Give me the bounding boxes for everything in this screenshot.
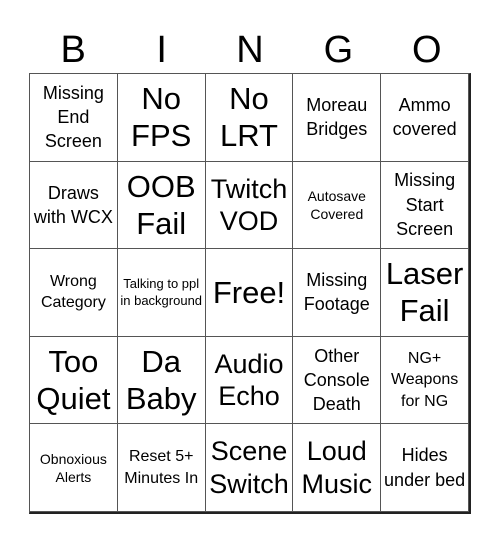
bingo-cell-label: Da Baby: [125, 343, 197, 417]
header-letter-b: B: [60, 29, 86, 71]
bingo-cell-label: Obnoxious Alerts: [39, 450, 107, 485]
bingo-cell[interactable]: Ammo covered: [381, 74, 469, 162]
bingo-cell-label: Ammo covered: [392, 95, 457, 140]
bingo-cell-label: Talking to ppl in background: [120, 275, 203, 309]
bingo-cell-label: Other Console Death: [303, 345, 370, 415]
bingo-cell[interactable]: Loud Music: [293, 424, 382, 512]
bingo-cell[interactable]: OOB Fail: [117, 161, 206, 250]
bingo-cell[interactable]: Reset 5+ Minutes In: [117, 424, 206, 512]
bingo-cell[interactable]: NG+ Weapons for NG: [381, 336, 469, 425]
header-letter-n: N: [236, 29, 264, 71]
bingo-cell[interactable]: Audio Echo: [205, 336, 294, 425]
bingo-header: B I N G O: [29, 26, 471, 74]
bingo-cell-label: Audio Echo: [214, 348, 284, 412]
bingo-cell[interactable]: Draws with WCX: [30, 161, 118, 250]
bingo-cell-label: Wrong Category: [40, 272, 106, 312]
bingo-cell-label: Scene Switch: [209, 436, 289, 499]
bingo-cell[interactable]: Other Console Death: [293, 336, 382, 425]
header-letter-o: O: [412, 29, 442, 71]
bingo-cell-label: Missing Footage: [303, 270, 370, 315]
bingo-cell[interactable]: Too Quiet: [30, 336, 118, 425]
bingo-cell-label: Missing Start Screen: [394, 170, 456, 240]
bingo-grid: Missing End Screen No FPS No LRT Moreau Bri…: [29, 73, 471, 514]
bingo-cell-label: Moreau Bridges: [306, 95, 368, 140]
bingo-cell[interactable]: Talking to ppl in background: [117, 249, 206, 337]
bingo-cell-label: Draws with WCX: [33, 182, 113, 227]
bingo-cell[interactable]: Da Baby: [117, 336, 206, 425]
bingo-cell-label: No FPS: [131, 81, 192, 154]
bingo-cell[interactable]: Scene Switch: [205, 424, 294, 512]
bingo-cell-label: OOB Fail: [126, 168, 196, 241]
bingo-cell-label: No LRT: [219, 81, 278, 154]
bingo-cell[interactable]: Wrong Category: [30, 249, 118, 337]
bingo-cell[interactable]: Missing Footage: [293, 249, 382, 337]
bingo-cell-label: Too Quiet: [36, 343, 111, 417]
bingo-cell[interactable]: No FPS: [117, 74, 206, 162]
bingo-cell-label: Free!: [212, 274, 286, 310]
bingo-cell[interactable]: No LRT: [205, 74, 294, 162]
bingo-cell-label: NG+ Weapons for NG: [390, 349, 459, 410]
bingo-cell-label: Loud Music: [301, 436, 373, 499]
bingo-cell-label: Missing End Screen: [42, 82, 104, 152]
bingo-cell[interactable]: Autosave Covered: [293, 161, 382, 250]
bingo-cell[interactable]: Obnoxious Alerts: [30, 424, 118, 512]
bingo-cell[interactable]: Twitch VOD: [205, 161, 294, 250]
bingo-cell[interactable]: Missing Start Screen: [381, 161, 469, 250]
header-letter-g: G: [323, 29, 354, 71]
bingo-cell[interactable]: Missing End Screen: [30, 74, 118, 162]
bingo-cell-label: Twitch VOD: [210, 173, 288, 236]
bingo-cell-label: Autosave Covered: [307, 187, 366, 222]
free-space-cell[interactable]: Free!: [205, 249, 294, 337]
header-letter-i: I: [156, 29, 167, 71]
bingo-cell[interactable]: Hides under bed: [381, 424, 469, 512]
bingo-cell-label: Reset 5+ Minutes In: [124, 448, 199, 487]
bingo-cell-label: Hides under bed: [384, 445, 466, 490]
bingo-cell-label: Laser Fail: [385, 256, 464, 329]
bingo-cell[interactable]: Laser Fail: [381, 249, 469, 337]
bingo-cell[interactable]: Moreau Bridges: [293, 74, 382, 162]
